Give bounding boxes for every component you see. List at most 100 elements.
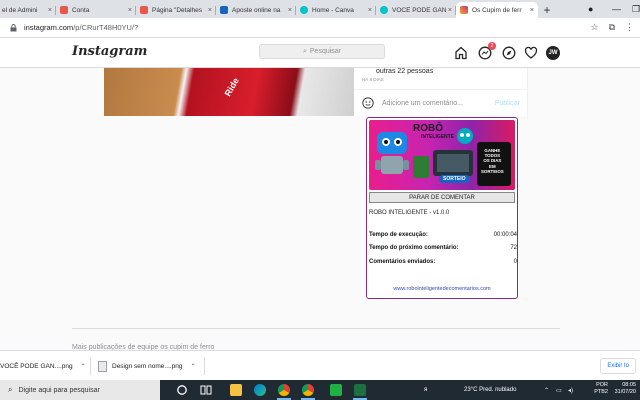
edge-icon[interactable] — [254, 384, 266, 396]
bot-website-link[interactable]: www.robointeligentedecomentarios.com — [367, 286, 517, 292]
address-bar[interactable]: instagram.com/p/CRurT48H0YU/? ☆ ⧉ ⋮ — [0, 18, 640, 38]
tab-admin[interactable]: el de Admini × — [0, 2, 56, 18]
heart-icon[interactable] — [524, 45, 538, 61]
notification-badge: 2 — [488, 42, 496, 50]
minimize-icon[interactable]: — — [612, 0, 621, 18]
show-all-downloads-button[interactable]: Exibir to — [600, 358, 636, 374]
tab-close-icon[interactable]: × — [368, 7, 372, 14]
profile-avatar[interactable]: JW — [546, 45, 560, 61]
tab-detalhes[interactable]: Página "Detalhes × — [136, 2, 216, 18]
messenger-icon[interactable]: 2 — [478, 42, 496, 61]
system-clock[interactable]: 08:05 31/07/20 — [615, 382, 636, 396]
url-path: /p/CRurT48H0YU/? — [73, 23, 139, 32]
tab-title: Conta — [72, 6, 90, 14]
weather-widget[interactable]: 23°C Pred. nublado — [464, 380, 516, 400]
stat-value: 00:00:04 — [493, 232, 517, 238]
clock-time: 08:05 — [622, 382, 636, 388]
new-tab-button[interactable]: + — [538, 2, 556, 18]
tab-title: Home - Canva — [312, 6, 354, 14]
search-placeholder: Pesquisar — [309, 48, 342, 55]
volume-icon[interactable]: ◂) — [568, 380, 573, 400]
home-icon[interactable] — [454, 45, 468, 61]
excel-icon[interactable] — [354, 384, 366, 396]
chrome-profile-icon[interactable] — [302, 384, 314, 396]
tab-close-icon[interactable]: × — [48, 7, 52, 14]
chrome-icon[interactable] — [278, 384, 290, 396]
network-icon[interactable]: ▭ — [556, 380, 562, 400]
instagram-logo[interactable]: Instagram — [72, 44, 147, 59]
section-divider — [72, 328, 560, 329]
comment-form: Adicione um comentário... Publicar — [354, 89, 528, 116]
post-photo[interactable]: Ride — [104, 68, 354, 116]
canva-icon — [300, 6, 308, 14]
camtasia-icon[interactable] — [330, 384, 342, 396]
downloads-bar: VOCÊ PODE GAN....png ⌃ Design sem nome..… — [0, 350, 640, 380]
tray-chevron-icon[interactable]: ⌃ — [544, 380, 549, 400]
comment-input[interactable]: Adicione um comentário... — [382, 100, 495, 107]
publish-button[interactable]: Publicar — [495, 100, 520, 107]
banner-ganhe: GANHE TODOS OS DIAS EM SORTEIOS — [481, 148, 504, 174]
profile-dot-icon[interactable]: ● — [588, 0, 593, 18]
emoji-icon[interactable] — [362, 97, 374, 109]
explore-icon[interactable] — [502, 45, 516, 61]
stop-commenting-button[interactable]: PARAR DE COMENTAR — [369, 192, 515, 203]
address-bar-actions: ☆ ⧉ ⋮ — [590, 22, 634, 33]
tab-title: VOCÊ PODE GAN — [392, 6, 446, 14]
tab-aposte[interactable]: Aposte online na × — [216, 2, 296, 18]
likes-text[interactable]: outras 22 pessoas — [376, 68, 433, 75]
menu-icon[interactable]: ⋮ — [625, 22, 634, 33]
tab-close-icon[interactable]: × — [530, 7, 534, 14]
stat-label: Comentários enviados: — [369, 259, 436, 265]
taskbar-search-input[interactable]: ⌕ Digite aqui para pesquisar — [0, 380, 160, 400]
stat-label: Tempo de execução: — [369, 232, 428, 238]
download-filename: VOCÊ PODE GAN....png — [0, 362, 73, 370]
site-icon — [220, 6, 228, 14]
tab-close-icon[interactable]: × — [208, 7, 212, 14]
stat-value: 72 — [510, 245, 517, 251]
task-view-icon[interactable] — [200, 384, 212, 396]
maximize-icon[interactable]: ❐ — [632, 0, 640, 18]
canva-icon — [380, 6, 388, 14]
tab-close-icon[interactable]: × — [288, 7, 292, 14]
extensions-icon[interactable]: ⧉ — [609, 22, 615, 33]
tab-conta[interactable]: Conta × — [56, 2, 136, 18]
instagram-header: Instagram ⌕ Pesquisar 2 JW — [0, 38, 640, 68]
post-side-panel: outras 22 pessoas HÁ 8 DIAS Adicione um … — [354, 68, 528, 116]
search-input[interactable]: ⌕ Pesquisar — [259, 44, 385, 59]
weather-text: 23°C Pred. nublado — [464, 387, 517, 393]
gmail-icon — [140, 6, 148, 14]
browser-tab-strip: el de Admini × Conta × Página "Detalhes … — [0, 0, 640, 18]
tab-title: Os Cupim de ferr — [472, 6, 522, 14]
url-text[interactable]: instagram.com/p/CRurT48H0YU/? — [24, 23, 138, 32]
tab-title: el de Admini — [2, 6, 38, 14]
tab-close-icon[interactable]: × — [128, 7, 132, 14]
photo-text: Ride — [222, 76, 241, 98]
post-time: HÁ 8 DIAS — [362, 77, 384, 82]
search-icon: ⌕ — [302, 47, 307, 55]
download-item[interactable]: VOCÊ PODE GAN....png ⌃ — [0, 357, 86, 375]
url-host: instagram.com — [24, 23, 74, 32]
banner-subtitle: INTELIGENTE — [421, 134, 455, 140]
people-icon[interactable]: ᴙ — [424, 380, 427, 400]
stat-next-comment: Tempo do próximo comentário: 72 — [369, 245, 517, 251]
download-item[interactable]: Design sem nome....png ⌃ — [98, 357, 195, 375]
language-indicator[interactable]: POR PTB2 — [594, 382, 608, 396]
file-explorer-icon[interactable] — [230, 384, 242, 396]
tab-close-icon[interactable]: × — [448, 7, 452, 14]
lang-1: POR — [596, 382, 608, 388]
star-icon[interactable]: ☆ — [590, 22, 598, 33]
lang-2: PTB2 — [594, 389, 608, 395]
lock-icon[interactable] — [8, 23, 18, 33]
windows-taskbar: ⌕ Digite aqui para pesquisar ᴙ 23°C Pred… — [0, 380, 640, 400]
tab-canva-home[interactable]: Home - Canva × — [296, 2, 376, 18]
stat-label: Tempo do próximo comentário: — [369, 245, 459, 251]
tab-voce-pode[interactable]: VOCÊ PODE GAN × — [376, 2, 456, 18]
file-icon — [98, 360, 107, 372]
chevron-up-icon[interactable]: ⌃ — [81, 363, 86, 370]
cortana-icon[interactable] — [176, 384, 188, 396]
instagram-icon — [460, 6, 468, 14]
tab-instagram-active[interactable]: Os Cupim de ferr × — [456, 2, 538, 18]
chevron-up-icon[interactable]: ⌃ — [190, 363, 195, 370]
bot-version: ROBO INTELIGENTE - v1.0.0 — [369, 210, 450, 216]
taskbar-search-placeholder: Digite aqui para pesquisar — [18, 386, 100, 394]
